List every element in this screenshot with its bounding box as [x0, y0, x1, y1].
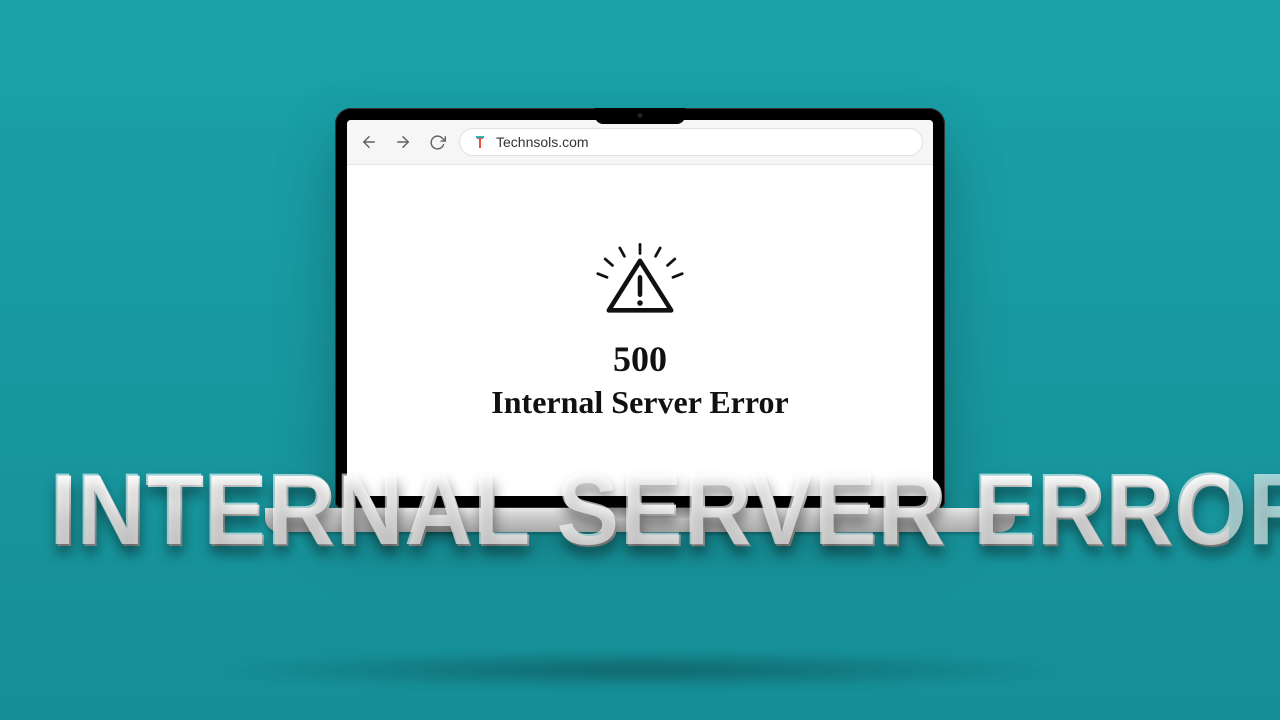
address-bar-url: Technsols.com [496, 134, 589, 150]
reload-icon [429, 134, 446, 151]
back-button[interactable] [357, 130, 381, 154]
address-bar[interactable]: Technsols.com [459, 128, 923, 156]
drop-shadow [210, 650, 1070, 690]
reload-button[interactable] [425, 130, 449, 154]
site-favicon-icon [472, 134, 488, 150]
error-message: Internal Server Error [491, 384, 788, 421]
browser-toolbar: Technsols.com [347, 120, 933, 165]
alert-triangle-icon [585, 241, 695, 326]
page-viewport: 500 Internal Server Error [347, 165, 933, 496]
forward-button[interactable] [391, 130, 415, 154]
arrow-left-icon [360, 133, 378, 151]
browser-window: Technsols.com [347, 120, 933, 496]
error-code: 500 [613, 338, 667, 380]
arrow-right-icon [394, 133, 412, 151]
laptop-notch [595, 108, 685, 124]
hero-headline: INTERNAL SERVER ERROR [51, 460, 1229, 562]
laptop-screen: Technsols.com [335, 108, 945, 508]
